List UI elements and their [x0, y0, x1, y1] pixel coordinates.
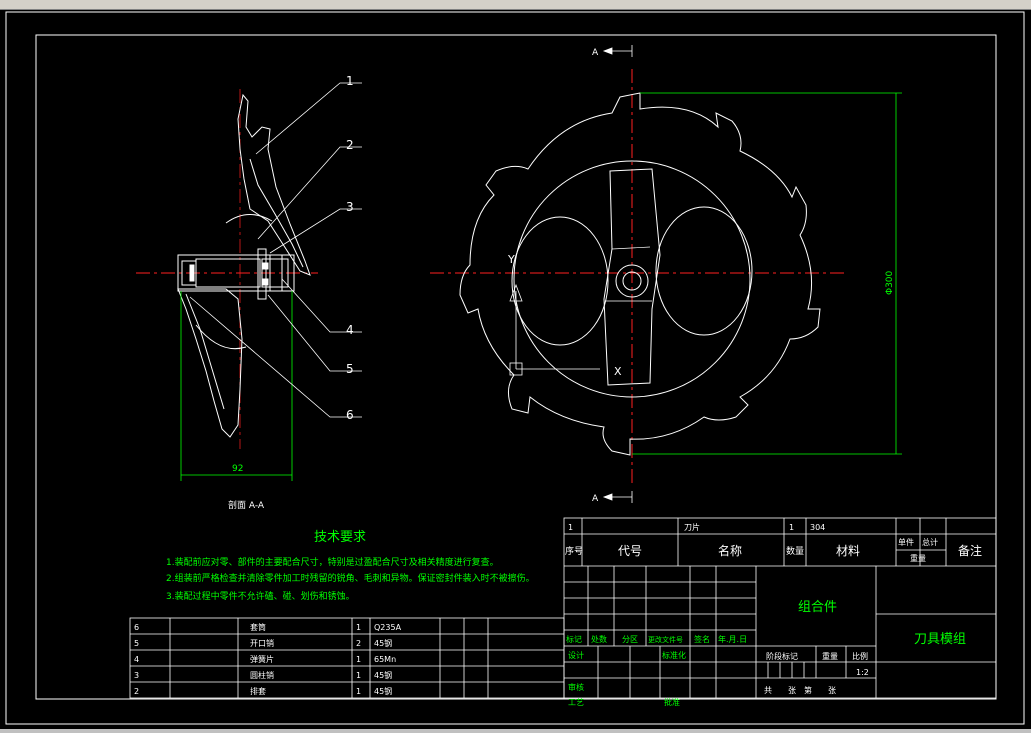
- tb-row1-name: 刀片: [684, 522, 700, 532]
- parts-row-qty: 2: [356, 639, 361, 648]
- parts-row-name: 弹簧片: [250, 654, 274, 664]
- tb-label-stage: 阶段标记: [766, 651, 798, 661]
- tb-hdr-single: 单件: [898, 537, 914, 547]
- tb-row1-material: 304: [810, 523, 825, 532]
- tb-hdr-material: 材料: [836, 544, 860, 558]
- tb-hdr-remark: 备注: [958, 543, 982, 558]
- tech-req-title: 技术要求: [314, 530, 366, 545]
- callout-leaders: [189, 82, 362, 418]
- tech-req-item-2: 2.组装前严格检查并清除零件加工时残留的锐角、毛刺和异物。保证密封件装入时不被擦…: [166, 572, 535, 584]
- parts-row-material: Q235A: [374, 623, 402, 632]
- blade-upper: [237, 93, 311, 276]
- tb-label-count: 处数: [591, 634, 607, 644]
- tb-label-mass: 重量: [822, 651, 838, 661]
- tb-row1-no: 1: [568, 523, 573, 532]
- front-view: [430, 69, 902, 485]
- parts-row-qty: 1: [356, 671, 361, 680]
- tb-hdr-total: 总计: [922, 537, 938, 547]
- parts-row-name: 开口销: [250, 638, 274, 648]
- tb-label-approve: 批准: [664, 697, 680, 707]
- outer-frame: [5, 11, 1025, 725]
- section-arrow-top: [602, 45, 633, 57]
- tb-label-scale: 比例: [852, 651, 868, 661]
- callout-6: 6: [346, 408, 354, 422]
- section-label-top: A: [592, 48, 599, 58]
- parts-row-name: 圆柱销: [250, 670, 274, 680]
- hole-left: [511, 216, 609, 346]
- parts-row-no: 6: [134, 623, 139, 632]
- parts-row-material: 45钢: [374, 686, 392, 696]
- section-view: [136, 89, 318, 481]
- status-bar: [0, 729, 1031, 733]
- tb-row1-qty: 1: [789, 523, 794, 532]
- callout-4: 4: [346, 323, 354, 337]
- tb-label-zone: 分区: [622, 635, 638, 644]
- parts-row-qty: 1: [356, 655, 361, 664]
- section-view-label: 剖面 A-A: [228, 499, 265, 511]
- axis-label-y: Y: [507, 253, 515, 266]
- tb-label-mark: 标记: [566, 634, 582, 644]
- tb-label-doc-no: 更改文件号: [648, 635, 683, 644]
- parts-list-grid: [129, 617, 565, 699]
- tb-label-design: 设计: [568, 650, 584, 660]
- parts-row-no: 5: [134, 639, 139, 648]
- tech-req-item-1: 1.装配前应对零、部件的主要配合尺寸，特别是过盈配合尺寸及相关精度进行复查。: [166, 556, 499, 568]
- parts-row-qty: 1: [356, 623, 361, 632]
- callout-1: 1: [346, 74, 354, 88]
- tb-hdr-code: 代号: [618, 544, 642, 558]
- tb-label-sign: 签名: [694, 634, 710, 644]
- dimension-width: 92: [232, 464, 243, 474]
- tb-hdr-no: 序号: [565, 545, 583, 557]
- parts-row-material: 65Mn: [374, 655, 396, 664]
- tb-label-sheets: 共 张 第 张: [764, 685, 836, 695]
- blade-lower-inner: [185, 293, 225, 410]
- parts-row-name: 套筒: [250, 622, 266, 632]
- tb-drawing-name: 刀具模组: [914, 632, 966, 647]
- axis-label-x: X: [614, 365, 622, 378]
- tb-hdr-name: 名称: [718, 543, 742, 558]
- tb-label-review: 审核: [568, 682, 584, 692]
- tb-label-standard: 标准化: [662, 650, 686, 660]
- parts-row-qty: 1: [356, 687, 361, 696]
- parts-row-no: 4: [134, 655, 139, 664]
- tech-req-item-3: 3.装配过程中零件不允许磕、碰、划伤和锈蚀。: [166, 590, 355, 602]
- parts-row-no: 3: [134, 671, 139, 680]
- parts-row-material: 45钢: [374, 638, 392, 648]
- cad-drawing-canvas[interactable]: 92 1 2 3 4 5 6 剖面 A-A Y X Φ300 A A 技术要求 …: [0, 9, 1031, 729]
- tb-label-date: 年.月.日: [718, 634, 747, 644]
- tb-assembly: 组合件: [798, 600, 837, 615]
- callout-5: 5: [346, 362, 354, 376]
- callout-3: 3: [346, 200, 354, 214]
- parts-list-rows: 6 套筒 1 Q235A 5 开口销 2 45钢 4 弹簧片 1 65Mn 3 圆柱销 1 45钢 2 排套 1 45…: [134, 622, 402, 696]
- disc-arc-lower: [195, 324, 247, 350]
- tb-scale-value: 1:2: [856, 668, 869, 677]
- dimension-diameter: Φ300: [885, 270, 895, 295]
- callout-2: 2: [346, 138, 354, 152]
- section-arrow-bottom: [602, 491, 633, 503]
- parts-row-name: 排套: [250, 686, 266, 696]
- tb-label-process: 工艺: [568, 698, 584, 707]
- parts-row-material: 45钢: [374, 670, 392, 680]
- section-label-bottom: A: [592, 494, 599, 504]
- tb-hdr-weight: 重量: [910, 553, 926, 563]
- tb-hdr-qty: 数量: [786, 545, 804, 557]
- parts-row-no: 2: [134, 687, 139, 696]
